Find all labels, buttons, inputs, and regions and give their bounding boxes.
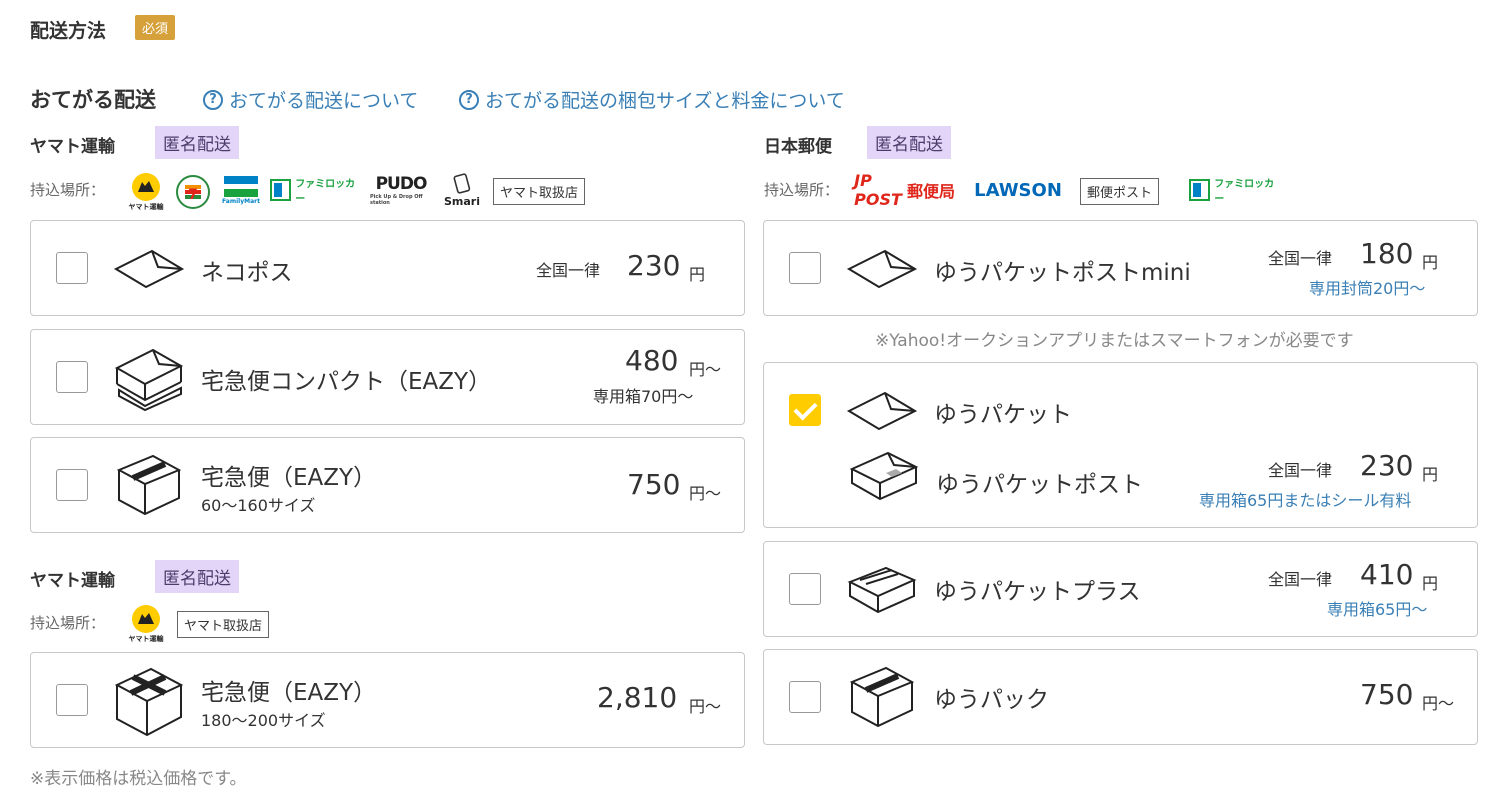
- price-note: 専用箱65円～: [1327, 600, 1428, 619]
- carrier-name-yamato: ヤマト運輸: [30, 571, 115, 591]
- post-office-logo: 郵便局: [906, 182, 955, 201]
- price-value: 180: [1360, 237, 1414, 270]
- price-value: 230: [627, 249, 681, 282]
- flat-rate-label: 全国一律: [1268, 461, 1333, 480]
- anon-badge: 匿名配送: [155, 560, 239, 593]
- famirocker-logo: ファミロッカー: [270, 176, 362, 205]
- tax-note: ※表示価格は税込価格です。: [30, 769, 247, 789]
- flat-rate-label: 全国一律: [1268, 570, 1333, 589]
- large-box-icon: [115, 667, 183, 737]
- shipping-option-yupacket-post-mini[interactable]: ゆうパケットポストmini 全国一律 180 円 専用封筒20円～: [763, 220, 1478, 316]
- dropoff-label: 持込場所：: [30, 181, 106, 199]
- section-title: おてがる配送: [30, 88, 156, 112]
- shipping-option-yupack[interactable]: ゆうパック 750 円～: [763, 649, 1478, 745]
- price-unit: 円: [1422, 574, 1439, 593]
- service-name: ゆうパック: [934, 687, 1049, 713]
- shipping-option-takkyubin-compact[interactable]: 宅急便コンパクト（EAZY） 480 円～ 専用箱70円～: [30, 329, 745, 425]
- price-unit: 円: [1422, 253, 1439, 272]
- pudo-logo: PUDO Pick Up & Drop Off station: [370, 174, 427, 206]
- checkbox[interactable]: [789, 681, 821, 713]
- familymart-logo: FamilyMart: [222, 172, 260, 208]
- checkbox[interactable]: [56, 469, 88, 501]
- required-badge: 必須: [135, 15, 176, 40]
- compact-box-icon: [114, 348, 184, 412]
- price-unit: 円～: [689, 484, 722, 503]
- help-link-otegaru[interactable]: ? おてがる配送について: [203, 86, 418, 113]
- service-name: ネコポス: [201, 260, 293, 286]
- seven-eleven-logo: 7: [175, 174, 211, 210]
- shipping-option-yupacket[interactable]: ゆうパケット ゆうパケットポスト 全国一律 230 円 専用箱65円またはシール…: [763, 362, 1478, 528]
- checkbox[interactable]: [56, 252, 88, 284]
- service-name: ゆうパケットポストmini: [934, 260, 1191, 286]
- price-value: 410: [1360, 558, 1414, 591]
- price-unit: 円: [689, 265, 706, 284]
- price-value: 230: [1360, 449, 1414, 482]
- question-circle-icon: ?: [459, 89, 479, 110]
- carrier-name-yamato: ヤマト運輸: [30, 137, 115, 157]
- famirocker-logo: ファミロッカー: [1189, 176, 1281, 205]
- price-value: 750: [1360, 678, 1414, 711]
- price-note: 専用封筒20円～: [1309, 279, 1426, 298]
- service-name: 宅急便（EAZY）: [201, 465, 377, 491]
- yamato-shop-tag: ヤマト取扱店: [493, 178, 586, 205]
- dropoff-label: 持込場所：: [30, 614, 106, 632]
- price-note: 専用箱65円またはシール有料: [1199, 491, 1412, 510]
- shipping-option-nekopos[interactable]: ネコポス 全国一律 230 円: [30, 220, 745, 316]
- yamato-shop-tag: ヤマト取扱店: [177, 611, 270, 638]
- service-name: ゆうパケット: [934, 402, 1072, 428]
- flat-rate-label: 全国一律: [536, 261, 601, 280]
- service-name: 宅急便（EAZY）: [201, 680, 377, 706]
- checkbox[interactable]: [789, 252, 821, 284]
- dropoff-label: 持込場所：: [764, 181, 840, 199]
- flat-rate-label: 全国一律: [1268, 249, 1333, 268]
- page-title: 配送方法: [30, 20, 107, 42]
- help-link-label: おてがる配送について: [229, 90, 419, 112]
- checkbox-checked[interactable]: [789, 394, 821, 426]
- price-unit: 円～: [689, 697, 722, 716]
- anon-badge: 匿名配送: [867, 126, 951, 159]
- price-value: 750: [627, 468, 681, 501]
- lawson-logo: LAWSON: [974, 179, 1062, 201]
- shipping-option-takkyubin[interactable]: 宅急便（EAZY） 60～160サイズ 750 円～: [30, 437, 745, 533]
- help-link-label: おてがる配送の梱包サイズと料金について: [485, 90, 845, 112]
- app-required-note: ※Yahoo!オークションアプリまたはスマートフォンが必要です: [875, 331, 1354, 351]
- size-range: 180～200サイズ: [201, 711, 326, 730]
- service-name: ゆうパケットプラス: [934, 579, 1141, 605]
- price-unit: 円: [1422, 465, 1439, 484]
- box-icon: [117, 454, 181, 516]
- shipping-option-yupacket-plus[interactable]: ゆうパケットプラス 全国一律 410 円 専用箱65円～: [763, 541, 1478, 637]
- carrier-name-japanpost: 日本郵便: [764, 137, 832, 157]
- checkbox[interactable]: [56, 684, 88, 716]
- svg-text:7: 7: [188, 187, 198, 203]
- size-range: 60～160サイズ: [201, 496, 316, 515]
- flat-box-icon: [847, 566, 917, 614]
- envelope-icon: [114, 249, 184, 289]
- envelope-icon: [847, 391, 917, 431]
- price-value: 2,810: [597, 681, 678, 714]
- price-value: 480: [625, 344, 679, 377]
- jp-post-logo: JP POST: [854, 171, 902, 209]
- shipping-option-takkyubin-large[interactable]: 宅急便（EAZY） 180～200サイズ 2,810 円～: [30, 652, 745, 748]
- checkbox[interactable]: [56, 361, 88, 393]
- envelope-icon: [847, 249, 917, 289]
- price-unit: 円～: [1422, 694, 1455, 713]
- anon-badge: 匿名配送: [155, 126, 239, 159]
- price-unit: 円～: [689, 360, 722, 379]
- help-link-size-fee[interactable]: ? おてがる配送の梱包サイズと料金について: [459, 86, 845, 113]
- yamato-logo: ヤマト運輸: [127, 172, 165, 212]
- checkbox[interactable]: [789, 573, 821, 605]
- yamato-logo: ヤマト運輸: [127, 604, 165, 644]
- price-note: 専用箱70円～: [593, 387, 694, 406]
- question-circle-icon: ?: [203, 89, 223, 110]
- box-icon: [850, 666, 914, 728]
- service-name-secondary: ゆうパケットポスト: [936, 472, 1143, 498]
- post-box-tag: 郵便ポスト: [1080, 178, 1160, 205]
- service-name: 宅急便コンパクト（EAZY）: [201, 369, 492, 395]
- smari-logo: Smari: [440, 172, 484, 208]
- post-box-package-icon: [849, 451, 919, 501]
